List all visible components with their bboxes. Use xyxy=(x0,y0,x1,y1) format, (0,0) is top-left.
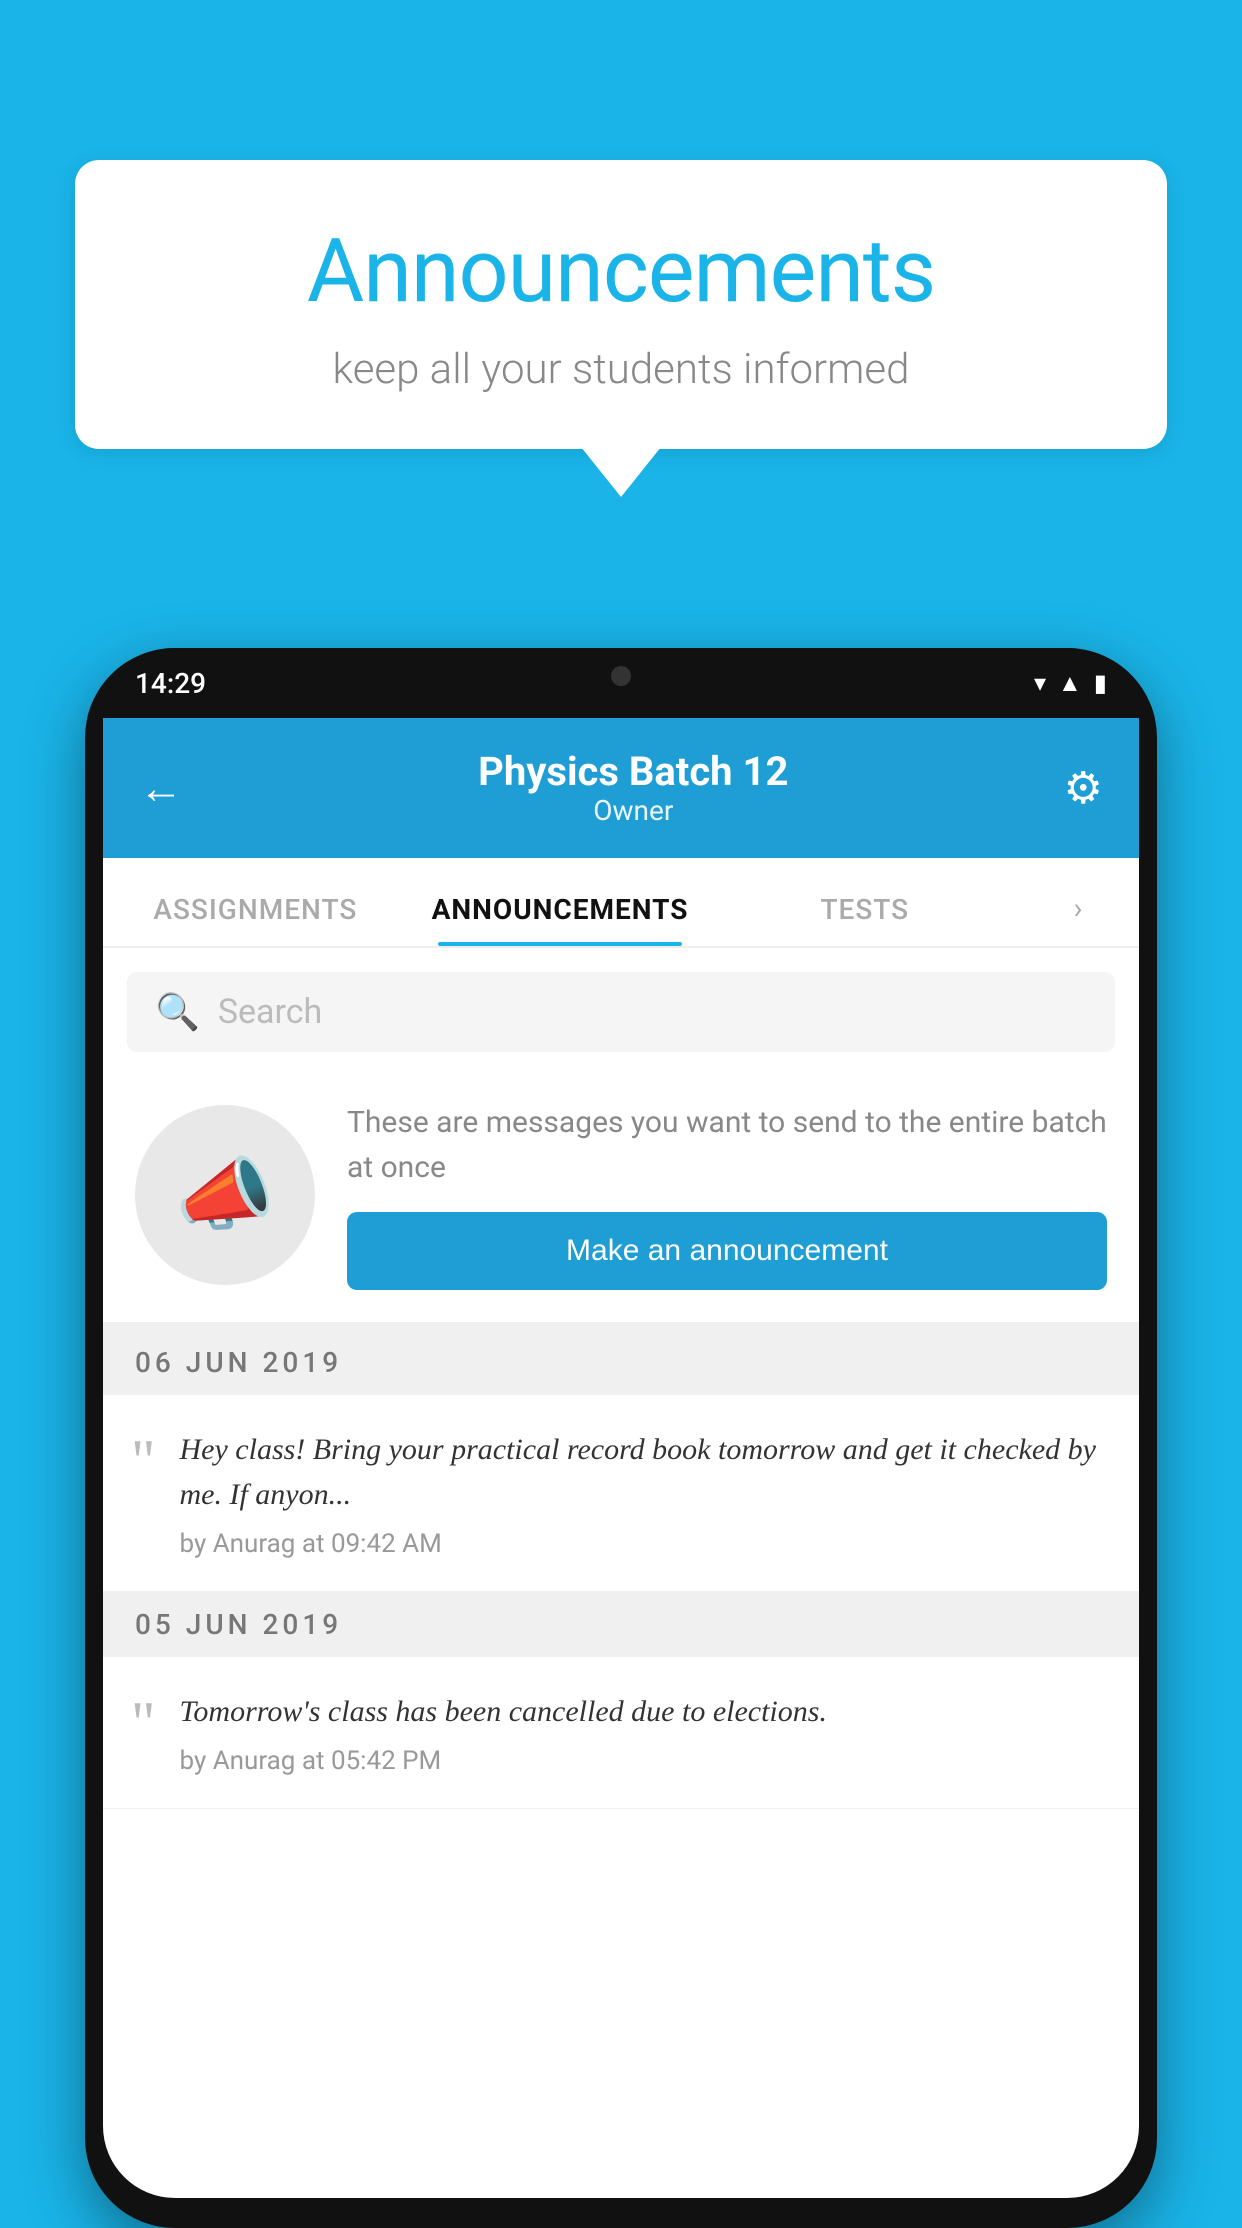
speech-bubble: Announcements keep all your students inf… xyxy=(75,160,1167,449)
date-separator-2: 05 JUN 2019 xyxy=(103,1592,1139,1657)
announcement-text-2: Tomorrow's class has been cancelled due … xyxy=(180,1689,1112,1734)
status-time: 14:29 xyxy=(135,667,206,700)
status-icons: ▾ ▲ ▮ xyxy=(1034,669,1107,698)
search-icon: 🔍 xyxy=(155,991,200,1033)
app-bar-title: Physics Batch 12 xyxy=(203,750,1064,794)
signal-icon: ▲ xyxy=(1058,669,1082,698)
tab-announcements[interactable]: ANNOUNCEMENTS xyxy=(408,893,713,946)
announcement-content-2: Tomorrow's class has been cancelled due … xyxy=(180,1689,1112,1776)
phone-screen: ← Physics Batch 12 Owner ⚙ ASSIGNMENTS A… xyxy=(103,718,1139,2198)
app-bar-subtitle: Owner xyxy=(203,794,1064,827)
promo-section: 📣 These are messages you want to send to… xyxy=(103,1076,1139,1330)
tab-assignments[interactable]: ASSIGNMENTS xyxy=(103,893,408,946)
settings-icon[interactable]: ⚙ xyxy=(1064,762,1103,814)
app-bar-title-area: Physics Batch 12 Owner xyxy=(203,750,1064,827)
search-input[interactable]: Search xyxy=(218,992,1087,1032)
announcement-text-1: Hey class! Bring your practical record b… xyxy=(180,1427,1112,1517)
back-button[interactable]: ← xyxy=(139,762,183,814)
app-bar: ← Physics Batch 12 Owner ⚙ xyxy=(103,718,1139,858)
tab-tests[interactable]: TESTS xyxy=(712,893,1017,946)
announcement-meta-2: by Anurag at 05:42 PM xyxy=(180,1746,1112,1776)
status-bar: 14:29 ▾ ▲ ▮ xyxy=(85,648,1157,718)
quote-icon-1: " xyxy=(131,1431,156,1559)
speech-bubble-subtitle: keep all your students informed xyxy=(125,345,1117,394)
battery-icon: ▮ xyxy=(1094,669,1107,697)
announcement-item-1: " Hey class! Bring your practical record… xyxy=(103,1395,1139,1592)
camera-dot xyxy=(611,666,631,686)
make-announcement-button[interactable]: Make an announcement xyxy=(347,1212,1107,1290)
phone-notch xyxy=(531,648,711,703)
announcement-item-2: " Tomorrow's class has been cancelled du… xyxy=(103,1657,1139,1809)
quote-icon-2: " xyxy=(131,1693,156,1776)
promo-description: These are messages you want to send to t… xyxy=(347,1100,1107,1190)
promo-icon-circle: 📣 xyxy=(135,1105,315,1285)
date-separator-1: 06 JUN 2019 xyxy=(103,1330,1139,1395)
announcement-meta-1: by Anurag at 09:42 AM xyxy=(180,1529,1112,1559)
search-bar[interactable]: 🔍 Search xyxy=(127,972,1115,1052)
promo-content: These are messages you want to send to t… xyxy=(347,1100,1107,1290)
wifi-icon: ▾ xyxy=(1034,669,1046,697)
announcement-content-1: Hey class! Bring your practical record b… xyxy=(180,1427,1112,1559)
tab-more-icon[interactable]: › xyxy=(1017,891,1139,946)
phone-frame: 14:29 ▾ ▲ ▮ ← Physics Batch 12 Owner ⚙ A… xyxy=(85,648,1157,2228)
megaphone-icon: 📣 xyxy=(175,1148,275,1242)
speech-bubble-container: Announcements keep all your students inf… xyxy=(75,160,1167,449)
speech-bubble-title: Announcements xyxy=(125,220,1117,323)
tabs-bar: ASSIGNMENTS ANNOUNCEMENTS TESTS › xyxy=(103,858,1139,948)
